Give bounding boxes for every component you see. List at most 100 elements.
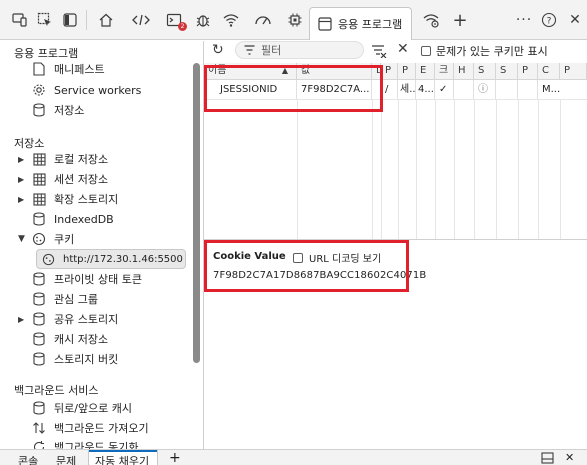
dock-panel-icon[interactable] (58, 8, 82, 32)
drawer-add-tab-icon[interactable]: + (169, 450, 181, 465)
cookie-icon (30, 231, 48, 247)
drawer-tab-console[interactable]: 콘솔 (18, 453, 38, 465)
bug-icon[interactable] (191, 8, 215, 32)
console-icon[interactable]: 2 (162, 8, 187, 32)
filter-field[interactable] (235, 41, 364, 59)
add-panel-icon[interactable]: + (448, 8, 472, 32)
sidebar-item-background-fetch[interactable]: 백그라운드 가져오기 (30, 418, 149, 438)
more-options-icon[interactable]: ··· (512, 8, 536, 32)
tab-application-label: 응용 프로그램 (338, 18, 403, 31)
filter-icon (244, 45, 255, 55)
refresh-icon (30, 439, 48, 449)
column-header-priority[interactable]: P (560, 63, 587, 80)
elements-code-icon[interactable] (129, 8, 153, 32)
sidebar-item-indexeddb[interactable]: IndexedDB (30, 209, 114, 229)
grid-icon (30, 191, 48, 207)
drawer-tab-issues[interactable]: 문제 (56, 453, 76, 465)
only-issues-checkbox-row[interactable]: 문제가 있는 쿠키만 표시 (421, 43, 548, 59)
sidebar-scrollbar[interactable] (193, 63, 200, 363)
database-icon (30, 331, 48, 347)
grid-icon (30, 151, 48, 167)
highlight-box-cookie-row (204, 65, 383, 112)
sidebar-item-storage-buckets[interactable]: 스토리지 버킷 (30, 349, 118, 369)
cell-expires: 세... (398, 80, 416, 99)
sidebar-item-local-storage[interactable]: ▶ 로컬 저장소 (18, 149, 108, 169)
welcome-home-icon[interactable] (94, 8, 118, 32)
performance-gauge-icon[interactable] (251, 8, 275, 32)
sidebar-item-private-state-tokens[interactable]: 프라이빗 상태 토큰 (30, 269, 142, 289)
sidebar-item-manifest[interactable]: 매니페스트 (30, 59, 105, 79)
drawer-tabbar: 콘솔 문제 자동 채우기 + ✕ (0, 449, 587, 465)
sidebar-item-label: 쿠키 (54, 233, 75, 246)
cell-samesite (496, 80, 518, 99)
application-sidebar: 응용 프로그램 매니페스트 Service workers 저장소 저장소 ▶ … (0, 41, 204, 449)
sidebar-item-background-sync[interactable]: 백그라운드 동기화 (30, 437, 138, 449)
column-header-path[interactable]: P (381, 63, 398, 80)
database-icon (30, 102, 48, 118)
expand-arrow-icon[interactable]: ▶ (18, 175, 30, 184)
column-header-secure[interactable]: S (474, 63, 496, 80)
clear-filtered-icon[interactable] (371, 44, 387, 61)
column-divider (381, 99, 382, 239)
sidebar-item-interest-groups[interactable]: 관심 그룹 (30, 289, 98, 309)
sidebar-item-label: 관심 그룹 (54, 293, 98, 306)
filter-input[interactable] (261, 43, 351, 57)
network-conditions-icon[interactable] (419, 8, 443, 32)
cell-priority: M... (542, 84, 560, 95)
column-header-httponly[interactable]: H (454, 63, 474, 80)
delete-all-icon[interactable]: ✕ (397, 41, 409, 57)
column-header-p2[interactable]: P (398, 63, 416, 80)
help-icon[interactable]: ? (537, 8, 561, 32)
sync-arrows-icon (30, 420, 48, 436)
sidebar-item-label: 매니페스트 (54, 63, 105, 76)
column-header-expires[interactable]: E (416, 63, 435, 80)
cookie-toolbar: ↻ ✕ 문제가 있는 쿠키만 표시 (204, 41, 587, 63)
column-divider (416, 99, 417, 239)
column-header-partition[interactable]: P (518, 63, 538, 80)
expand-arrow-icon[interactable]: ▶ (18, 315, 30, 324)
drawer-dock-icon[interactable] (541, 452, 554, 465)
sidebar-item-cache-storage[interactable]: 캐시 저장소 (30, 329, 108, 349)
sidebar-item-session-storage[interactable]: ▶ 세션 저장소 (18, 169, 108, 189)
document-icon (30, 61, 48, 77)
expand-arrow-icon[interactable]: ▶ (18, 195, 30, 204)
refresh-icon[interactable]: ↻ (212, 42, 224, 58)
sidebar-item-storage-overview[interactable]: 저장소 (30, 100, 84, 120)
column-header-samesite[interactable]: S (496, 63, 518, 80)
sidebar-item-cookies[interactable]: ▼ 쿠키 (18, 229, 74, 249)
column-header-size[interactable]: 크 (435, 63, 454, 80)
console-error-badge: 2 (178, 22, 187, 31)
sidebar-item-service-workers[interactable]: Service workers (30, 80, 141, 100)
cell-size: 4... (416, 80, 435, 99)
info-icon[interactable]: ⓘ (474, 80, 496, 99)
tab-application[interactable]: 응용 프로그램 (309, 7, 412, 41)
memory-chip-icon[interactable] (283, 8, 307, 32)
only-issues-label: 문제가 있는 쿠키만 표시 (436, 45, 548, 58)
column-divider (538, 99, 539, 239)
sidebar-item-shared-storage[interactable]: ▶ 공유 스토리지 (18, 309, 118, 329)
sidebar-item-label: 확장 스토리지 (54, 193, 119, 206)
drawer-tab-autofill[interactable]: 자동 채우기 (95, 453, 149, 465)
cookie-icon (39, 251, 57, 267)
only-issues-checkbox[interactable] (421, 46, 431, 56)
database-icon (30, 291, 48, 307)
sidebar-item-label: Service workers (54, 83, 142, 97)
sidebar-item-label: 프라이빗 상태 토큰 (54, 273, 142, 286)
inspect-element-icon[interactable] (33, 8, 57, 32)
close-devtools-icon[interactable]: ✕ (563, 8, 587, 32)
device-emulation-icon[interactable] (8, 8, 32, 32)
drawer-close-icon[interactable]: ✕ (565, 451, 574, 464)
sidebar-item-cookie-origin[interactable]: http://172.30.1.46:5500 (36, 249, 186, 269)
column-header-cross-site[interactable]: C (538, 63, 560, 80)
column-divider (560, 99, 561, 239)
sidebar-item-label: 공유 스토리지 (54, 313, 119, 326)
toolbar-separator (86, 10, 87, 30)
cell-secure (454, 80, 474, 99)
collapse-arrow-icon[interactable]: ▼ (18, 234, 30, 244)
column-divider (372, 99, 373, 239)
expand-arrow-icon[interactable]: ▶ (18, 155, 30, 164)
network-wifi-icon[interactable] (219, 8, 243, 32)
sidebar-item-bfcache[interactable]: 뒤로/앞으로 캐시 (30, 398, 132, 418)
sidebar-item-extension-storage[interactable]: ▶ 확장 스토리지 (18, 189, 118, 209)
database-icon (30, 400, 48, 416)
